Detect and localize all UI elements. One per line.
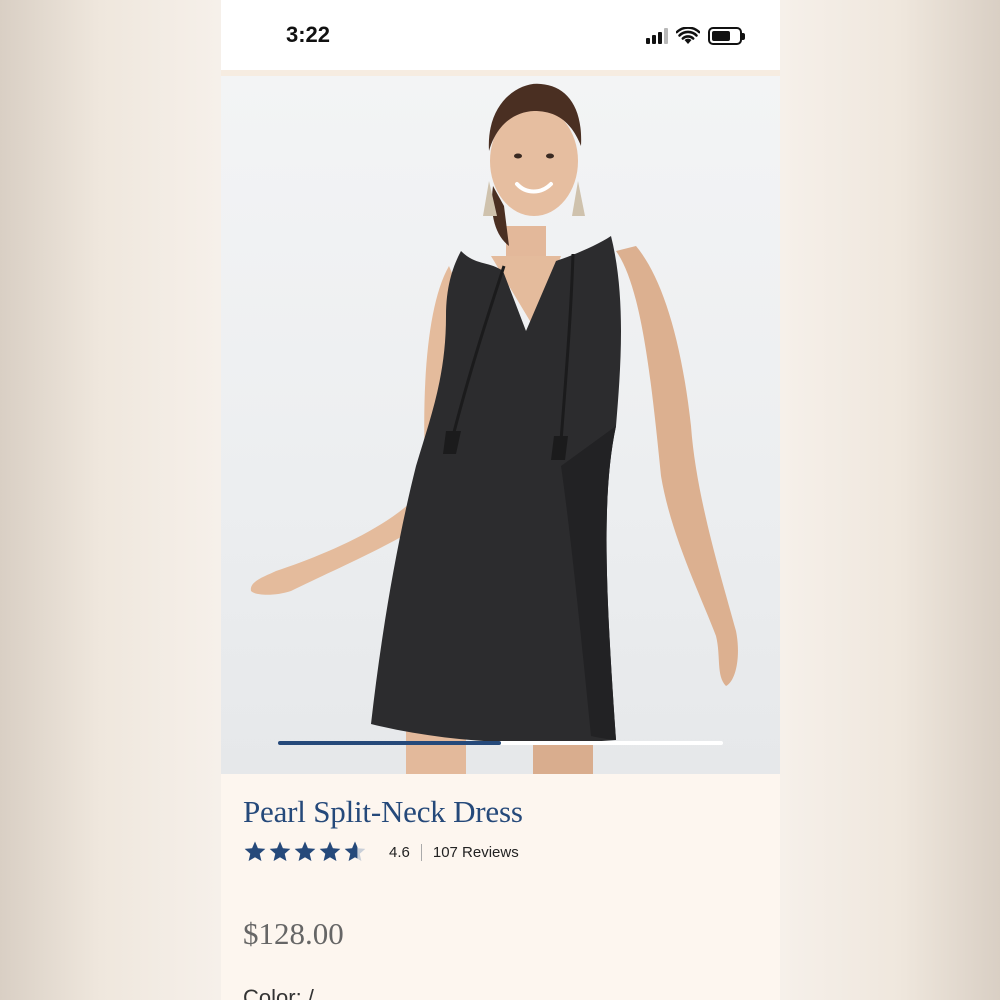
product-price: $128.00: [243, 916, 344, 951]
status-time: 3:22: [286, 22, 331, 47]
star-icon: [269, 841, 291, 861]
rating-separator: [420, 843, 422, 861]
product-details: Pearl Split-Neck Dress 4.6 107 Reviews $…: [243, 780, 763, 952]
star-rating: [243, 840, 367, 864]
rating-row[interactable]: 4.6 107 Reviews: [243, 840, 763, 864]
image-carousel-progress[interactable]: [278, 741, 723, 745]
status-bar: 3:22: [221, 0, 780, 70]
star-icon: [344, 841, 366, 861]
review-count-link[interactable]: 107 Reviews: [433, 844, 519, 861]
product-image[interactable]: [221, 76, 780, 774]
color-label: Color: /: [243, 985, 314, 1000]
carousel-progress-fill: [278, 741, 501, 745]
cellular-signal-icon: [646, 28, 668, 44]
product-title: Pearl Split-Neck Dress: [243, 794, 523, 829]
product-photo: [250, 83, 738, 774]
star-icon: [244, 841, 266, 861]
rating-value: 4.6: [389, 843, 410, 861]
star-icon: [294, 841, 316, 861]
star-icon: [319, 841, 341, 861]
wifi-icon: [676, 27, 700, 44]
status-icons: [646, 27, 745, 45]
phone-screen: 3:22 Pearl Split-Neck Dress 4.6 107 Revi…: [221, 0, 780, 1000]
battery-icon: [708, 27, 745, 45]
